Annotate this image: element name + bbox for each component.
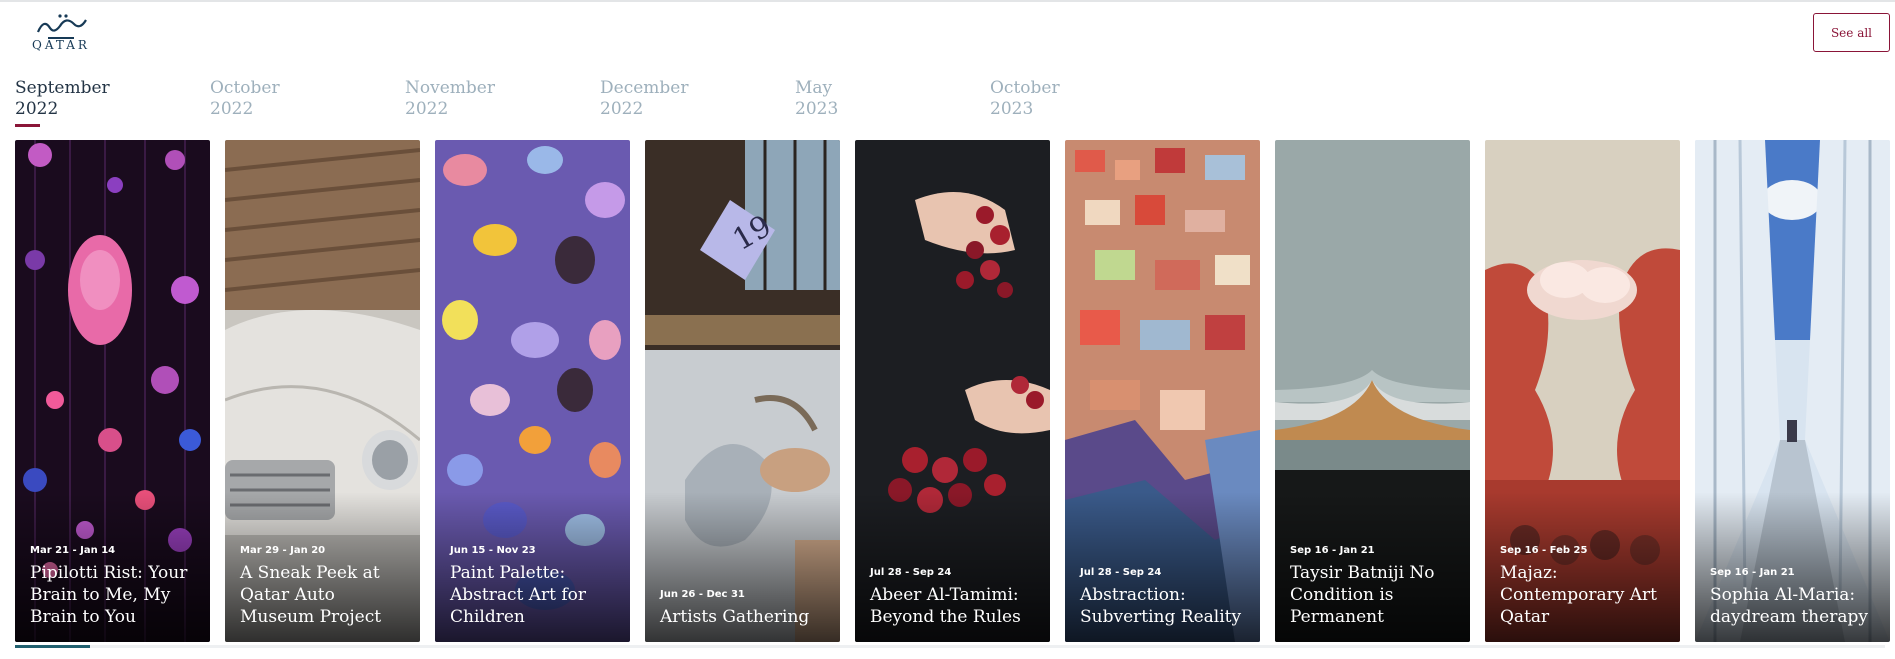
card-caption: Sep 16 - Jan 21 Sophia Al-Maria: daydrea… xyxy=(1710,567,1882,628)
exhibition-card-pipilotti-rist[interactable]: Mar 21 - Jan 14 Pipilotti Rist: Your Bra… xyxy=(15,140,210,642)
tab-october-2023[interactable]: October 2023 xyxy=(990,78,1150,120)
card-caption: Sep 16 - Jan 21 Taysir Batniji No Condit… xyxy=(1290,545,1462,628)
card-title: Artists Gathering xyxy=(660,607,810,627)
card-title: Paint Palette: Abstract Art for Children xyxy=(450,563,587,627)
tab-month-label: November xyxy=(405,78,495,98)
tab-month-label: September xyxy=(15,78,110,98)
see-all-button[interactable]: See all xyxy=(1813,13,1890,52)
card-date: Sep 16 - Jan 21 xyxy=(1710,567,1795,578)
card-caption: Jul 28 - Sep 24 Abeer Al-Tamimi: Beyond … xyxy=(870,567,1042,628)
card-caption: Jul 28 - Sep 24 Abstraction: Subverting … xyxy=(1080,567,1252,628)
card-date: Mar 21 - Jan 14 xyxy=(30,545,116,556)
card-caption: Jun 26 - Dec 31 Artists Gathering xyxy=(660,589,832,628)
exhibition-card-sophia-al-maria[interactable]: Sep 16 - Jan 21 Sophia Al-Maria: daydrea… xyxy=(1695,140,1890,642)
card-date: Jul 28 - Sep 24 xyxy=(870,567,952,578)
tab-november-2022[interactable]: November 2022 xyxy=(405,78,565,120)
card-caption: Sep 16 - Feb 25 Majaz: Contemporary Art … xyxy=(1500,545,1672,628)
card-title: Taysir Batniji No Condition is Permanent xyxy=(1290,563,1435,627)
tab-month-label: October xyxy=(210,78,280,98)
tab-may-2023[interactable]: May 2023 xyxy=(795,78,955,120)
tab-october-2022[interactable]: October 2022 xyxy=(210,78,370,120)
card-title: Abstraction: Subverting Reality xyxy=(1080,585,1242,627)
tab-year-label: 2022 xyxy=(210,99,254,119)
top-divider xyxy=(0,0,1895,2)
card-title: Pipilotti Rist: Your Brain to Me, My Bra… xyxy=(30,563,188,627)
exhibition-card-artists-gathering[interactable]: 19 Jun 26 - Dec 31 Artists Gathering xyxy=(645,140,840,642)
tab-september-2022[interactable]: September 2022 xyxy=(15,78,175,127)
carousel-scrollbar[interactable] xyxy=(15,645,1885,648)
tab-month-label: October xyxy=(990,78,1060,98)
exhibition-card-abeer-al-tamimi[interactable]: Jul 28 - Sep 24 Abeer Al-Tamimi: Beyond … xyxy=(855,140,1050,642)
active-tab-indicator xyxy=(15,124,40,127)
exhibition-card-taysir-batniji[interactable]: Sep 16 - Jan 21 Taysir Batniji No Condit… xyxy=(1275,140,1470,642)
carousel-scroll-thumb[interactable] xyxy=(15,645,90,648)
tab-year-label: 2023 xyxy=(990,99,1034,119)
tab-year-label: 2023 xyxy=(795,99,839,119)
card-date: Jun 15 - Nov 23 xyxy=(450,545,536,556)
card-date: Jun 26 - Dec 31 xyxy=(660,589,745,600)
card-title: Abeer Al-Tamimi: Beyond the Rules xyxy=(870,585,1021,627)
card-date: Jul 28 - Sep 24 xyxy=(1080,567,1162,578)
card-caption: Mar 29 - Jan 20 A Sneak Peek at Qatar Au… xyxy=(240,545,412,628)
exhibition-card-paint-palette[interactable]: Jun 15 - Nov 23 Paint Palette: Abstract … xyxy=(435,140,630,642)
logo-text: QATAR xyxy=(32,38,90,52)
tab-year-label: 2022 xyxy=(15,99,59,119)
exhibition-card-abstraction[interactable]: Jul 28 - Sep 24 Abstraction: Subverting … xyxy=(1065,140,1260,642)
card-title: Majaz: Contemporary Art Qatar xyxy=(1500,563,1657,627)
card-title: Sophia Al-Maria: daydream therapy xyxy=(1710,585,1868,627)
tab-december-2022[interactable]: December 2022 xyxy=(600,78,760,120)
tab-year-label: 2022 xyxy=(600,99,644,119)
tab-month-label: May xyxy=(795,78,833,98)
tab-month-label: December xyxy=(600,78,689,98)
card-date: Mar 29 - Jan 20 xyxy=(240,545,326,556)
card-caption: Mar 21 - Jan 14 Pipilotti Rist: Your Bra… xyxy=(30,545,202,628)
exhibition-card-auto-museum[interactable]: Mar 29 - Jan 20 A Sneak Peek at Qatar Au… xyxy=(225,140,420,642)
tab-year-label: 2022 xyxy=(405,99,449,119)
card-title: A Sneak Peek at Qatar Auto Museum Projec… xyxy=(240,563,382,627)
card-date: Sep 16 - Feb 25 xyxy=(1500,545,1588,556)
card-date: Sep 16 - Jan 21 xyxy=(1290,545,1375,556)
card-caption: Jun 15 - Nov 23 Paint Palette: Abstract … xyxy=(450,545,622,628)
exhibition-card-majaz[interactable]: Sep 16 - Feb 25 Majaz: Contemporary Art … xyxy=(1485,140,1680,642)
